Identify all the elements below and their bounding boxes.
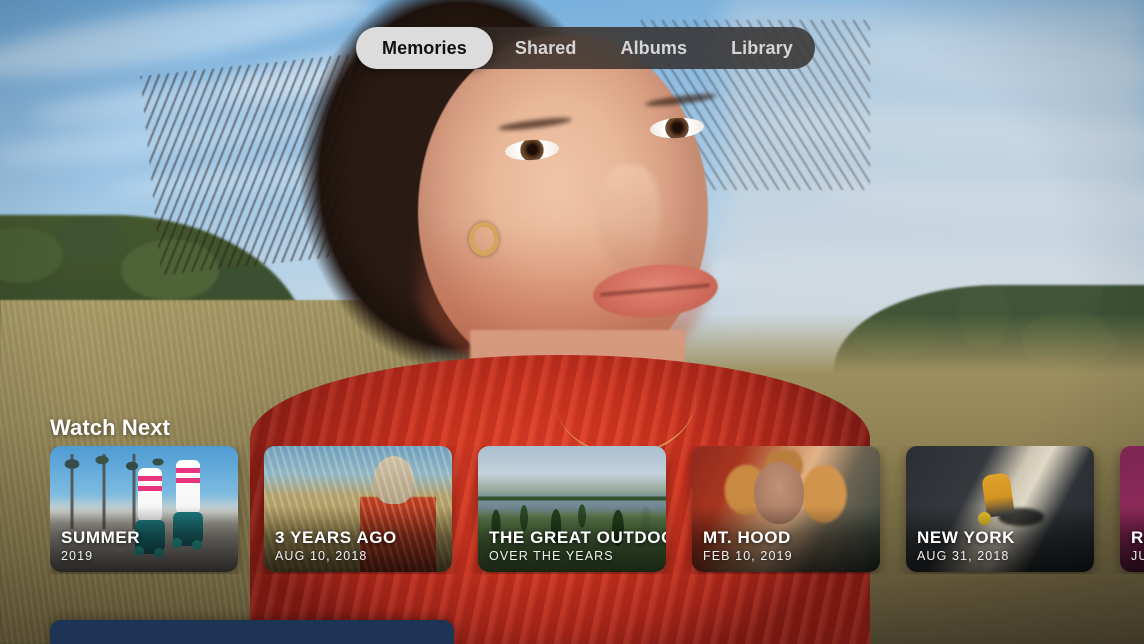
memory-card-title: RI	[1131, 528, 1144, 548]
memory-card-title: 3 YEARS AGO	[275, 528, 397, 548]
next-row-card-peek[interactable]	[50, 620, 454, 644]
watch-next-shelf[interactable]: SUMMER 2019 3 YEARS AGO AUG 10, 2018 THE…	[50, 446, 1144, 574]
memory-card-subtitle: AUG 10, 2018	[275, 549, 368, 563]
subject-nose	[598, 165, 660, 270]
memory-card-partial[interactable]: RI JU	[1120, 446, 1144, 572]
memory-card-3-years-ago[interactable]: 3 YEARS AGO AUG 10, 2018	[264, 446, 452, 572]
subject-pupil	[523, 140, 542, 159]
subject-hair-wisps	[140, 44, 460, 276]
subject-pupil	[668, 118, 687, 137]
tab-albums-label: Albums	[620, 37, 688, 58]
memory-card-subtitle: FEB 10, 2019	[703, 549, 793, 563]
subject-hoop-earring	[469, 222, 499, 256]
memory-card-summer[interactable]: SUMMER 2019	[50, 446, 238, 572]
memory-card-subtitle: AUG 31, 2018	[917, 549, 1010, 563]
shelf-title-watch-next: Watch Next	[50, 415, 170, 440]
memory-card-title: MT. HOOD	[703, 528, 791, 548]
tab-memories[interactable]: Memories	[356, 27, 493, 69]
memory-card-the-great-outdoors[interactable]: THE GREAT OUTDOORS OVER THE YEARS	[478, 446, 666, 572]
memory-card-title: SUMMER	[61, 528, 141, 548]
memory-card-new-york[interactable]: NEW YORK AUG 31, 2018	[906, 446, 1094, 572]
tab-shared[interactable]: Shared	[493, 27, 599, 69]
tab-library[interactable]: Library	[709, 27, 815, 69]
memory-card-subtitle: OVER THE YEARS	[489, 549, 614, 563]
tab-memories-label: Memories	[382, 37, 467, 58]
memory-card-title: NEW YORK	[917, 528, 1015, 548]
memory-card-title: THE GREAT OUTDOORS	[489, 528, 666, 548]
tv-photos-screen: Memories Shared Albums Library Watch Nex…	[0, 0, 1144, 644]
tab-albums[interactable]: Albums	[598, 27, 709, 69]
thumbnail-detail	[374, 456, 414, 504]
memory-card-mt-hood[interactable]: MT. HOOD FEB 10, 2019	[692, 446, 880, 572]
memory-card-subtitle: JU	[1131, 549, 1144, 563]
tab-shared-label: Shared	[514, 37, 577, 58]
memory-card-subtitle: 2019	[61, 549, 94, 563]
tab-library-label: Library	[731, 37, 793, 58]
top-navigation-bar: Memories Shared Albums Library	[356, 27, 815, 69]
